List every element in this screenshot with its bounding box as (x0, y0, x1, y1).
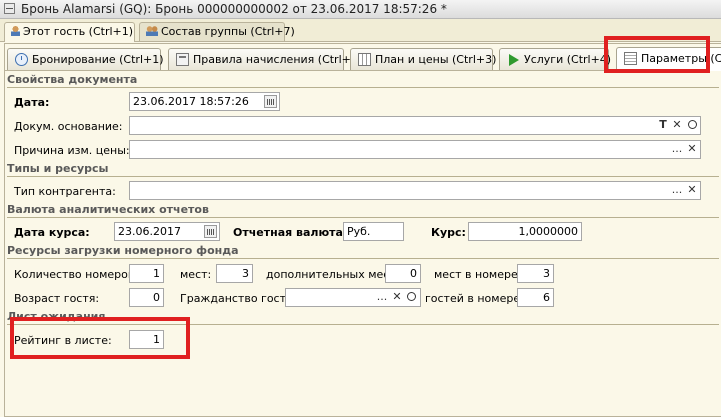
window-titlebar: Бронь Alamarsi (GQ): Бронь 000000000002 … (0, 0, 721, 19)
section-title: Типы и ресурсы (7, 162, 109, 175)
guest-age-label: Возраст гостя: (14, 292, 100, 305)
clear-icon[interactable]: ✕ (685, 182, 699, 199)
tab-charging-rules[interactable]: Правила начисления (Ctrl+2) (168, 48, 362, 70)
places-label: мест: (180, 268, 212, 281)
search-icon[interactable] (685, 117, 699, 134)
section-title: Свойства документа (7, 73, 138, 86)
tab-label: Правила начисления (Ctrl+2) (193, 53, 363, 66)
places-in-room-field[interactable]: 3 (517, 264, 554, 283)
section-title: Валюта аналитических отчетов (7, 203, 209, 216)
tab-services[interactable]: Услуги (Ctrl+4) (499, 48, 612, 70)
person-icon (11, 26, 20, 36)
section-waitlist: Лист ожидания (7, 310, 719, 325)
rating-field[interactable]: 1 (129, 330, 164, 349)
tab-group-members[interactable]: Состав группы (Ctrl+7) (139, 22, 295, 41)
rate-label: Курс: (431, 226, 466, 239)
section-report-currency: Валюта аналитических отчетов (7, 203, 719, 218)
price-change-reason-label: Причина изм. цены: (14, 144, 130, 157)
tab-parameters[interactable]: Параметры (Ctrl+ (616, 47, 721, 71)
tab-label: Состав группы (Ctrl+7) (161, 25, 295, 38)
rate-field[interactable]: 1,0000000 (468, 222, 582, 241)
rate-date-label: Дата курса: (14, 226, 90, 239)
calculator-icon (176, 53, 189, 66)
calendar-icon[interactable] (264, 95, 277, 108)
tab-label: Бронирование (Ctrl+1) (32, 53, 164, 66)
report-currency-label: Отчетная валюта: (233, 226, 348, 239)
clock-icon (15, 53, 28, 66)
guest-age-field[interactable]: 0 (129, 288, 164, 307)
section-title: Ресурсы загрузки номерного фонда (7, 244, 239, 257)
tab-label: План и цены (Ctrl+3) (375, 53, 497, 66)
citizenship-label: Гражданство гостя: (180, 292, 297, 305)
top-tab-bar: Этот гость (Ctrl+1) Состав группы (Ctrl+… (0, 19, 721, 42)
price-change-reason-field[interactable] (129, 140, 701, 159)
select-button[interactable]: ... (670, 141, 684, 158)
window-title: Бронь Alamarsi (GQ): Бронь 000000000002 … (21, 2, 447, 16)
inner-tab-bar: Бронирование (Ctrl+1) Правила начисления… (5, 46, 721, 71)
places-field[interactable]: 3 (216, 264, 253, 283)
extra-places-field[interactable]: 0 (385, 264, 421, 283)
clear-icon[interactable]: ✕ (685, 141, 699, 158)
section-types-resources: Типы и ресурсы (7, 162, 719, 177)
tab-label: Параметры (Ctrl+ (641, 52, 721, 65)
report-currency-field[interactable]: Руб. (343, 222, 404, 241)
type-select-button[interactable]: T (656, 117, 670, 134)
tab-booking[interactable]: Бронирование (Ctrl+1) (7, 48, 164, 70)
table-icon (358, 53, 371, 66)
tab-plan-prices[interactable]: План и цены (Ctrl+3) (350, 48, 497, 70)
contractor-type-label: Тип контрагента: (14, 185, 116, 198)
select-button[interactable]: ... (670, 182, 684, 199)
clear-icon[interactable]: ✕ (670, 117, 684, 134)
guests-in-room-label: гостей в номере: (425, 292, 524, 305)
tab-label: Этот гость (Ctrl+1) (23, 25, 134, 38)
document-icon (624, 52, 637, 65)
basis-field[interactable] (129, 116, 701, 135)
basis-label: Докум. основание: (14, 120, 123, 133)
calendar-icon[interactable] (204, 225, 217, 238)
date-field[interactable]: 23.06.2017 18:57:26 (129, 92, 280, 111)
search-icon[interactable] (404, 289, 418, 306)
guests-in-room-field[interactable]: 6 (517, 288, 554, 307)
section-document-properties: Свойства документа (7, 73, 719, 88)
tab-label: Услуги (Ctrl+4) (524, 53, 612, 66)
places-in-room-label: мест в номере: (434, 268, 522, 281)
date-label: Дата: (14, 96, 50, 109)
section-title: Лист ожидания (7, 310, 106, 323)
window-menu-icon[interactable] (4, 3, 15, 14)
clear-icon[interactable]: ✕ (390, 289, 404, 306)
contractor-type-field[interactable] (129, 181, 701, 200)
select-button[interactable]: ... (375, 289, 389, 306)
rooms-count-label: Количество номеров: (14, 268, 139, 281)
people-icon (146, 26, 158, 36)
rating-label: Рейтинг в листе: (14, 334, 112, 347)
tab-this-guest[interactable]: Этот гость (Ctrl+1) (4, 22, 135, 42)
extra-places-label: дополнительных мест: (266, 268, 400, 281)
rooms-count-field[interactable]: 1 (129, 264, 164, 283)
section-resources: Ресурсы загрузки номерного фонда (7, 244, 719, 259)
play-icon (509, 54, 519, 66)
